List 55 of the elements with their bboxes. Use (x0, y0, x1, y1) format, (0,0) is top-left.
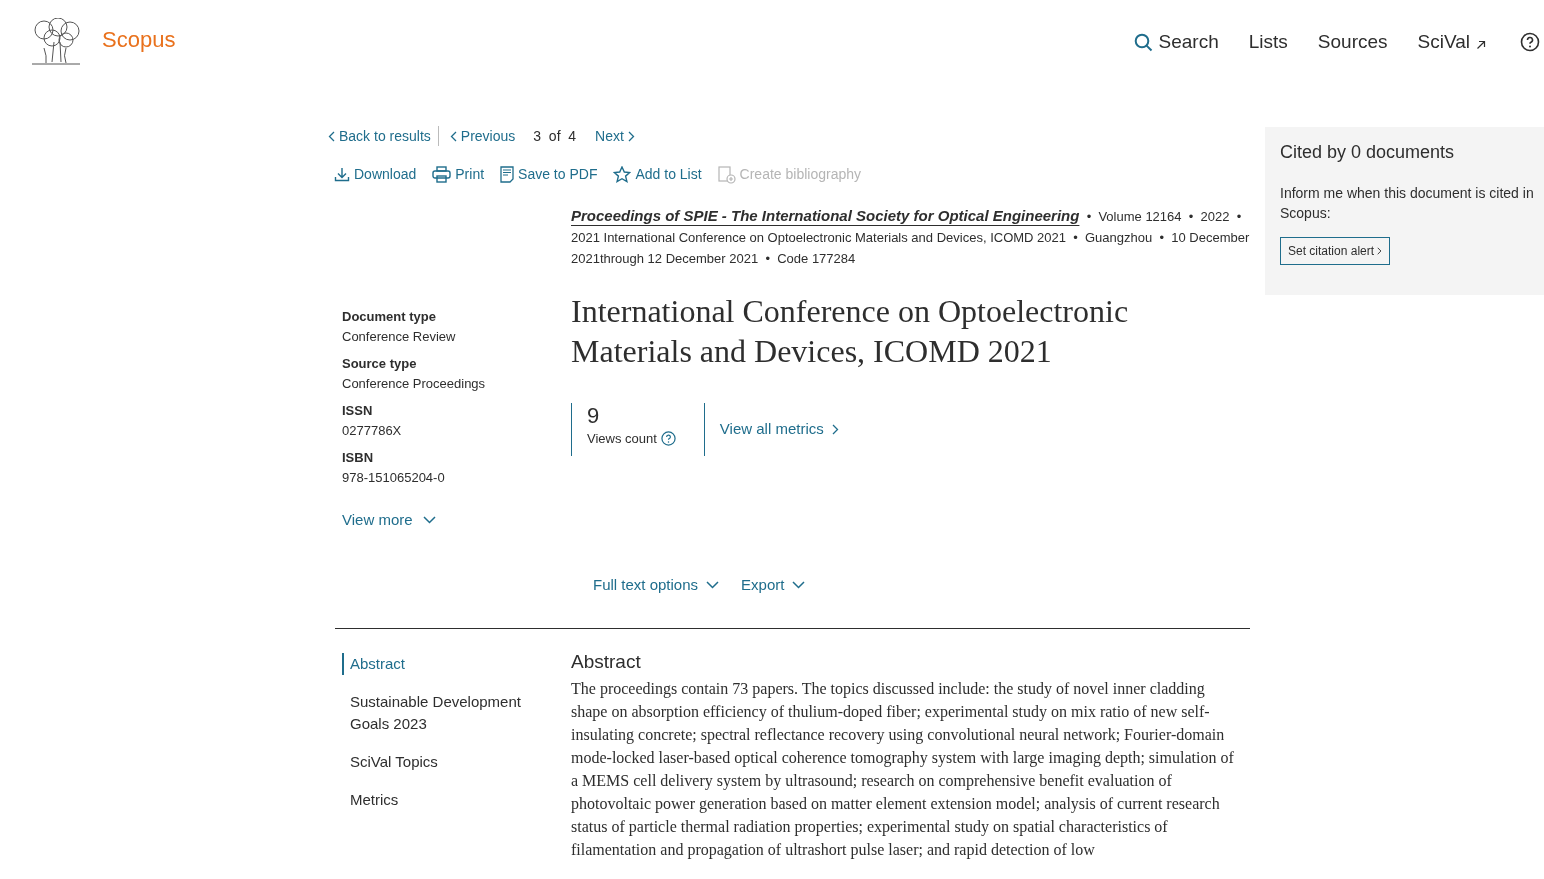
abstract-text: The proceedings contain 73 papers. The topics discussed include: the study of novel inner cladding shape on absorption efficiency of thulium-doped fiber; experimental study on mix ratio of new self-insulating concrete; spectral reflectance recovery using convolutional neural network; Fourier-domain mode-locked laser-based optical coherence tomography system with large imaging depth; simulation of a MEMS cell delivery system by ultrasound; research on comprehensive benefit evaluation of photovoltaic power generation based on matter element extension model; analysis of current research status of particle thermal radiation properties; experimental study on spatial characteristics of filamentation and propagation of ultrashort pulse laser; and rapid detection of low (571, 679, 1235, 861)
chevron-down-icon (422, 516, 436, 525)
print-icon (432, 166, 452, 183)
detail-label: Document type (342, 308, 437, 326)
previous-link[interactable]: Previous (449, 125, 516, 147)
detail-label: ISBN (342, 449, 375, 467)
chevron-right-icon (831, 424, 839, 435)
view-more-link[interactable]: View more (342, 509, 436, 532)
bibliography-icon (717, 165, 736, 184)
abstract-heading: Abstract (571, 651, 642, 673)
chevron-down-icon (792, 580, 806, 589)
export-button[interactable]: Export (741, 573, 806, 596)
section-link[interactable]: Sustainable Development Goals 2023 (342, 691, 532, 735)
star-icon (613, 166, 632, 183)
set-citation-alert-button[interactable]: Set citation alert (1280, 237, 1391, 265)
chevron-down-icon (706, 580, 720, 589)
section-link[interactable]: SciVal Topics (342, 751, 532, 773)
chevron-right-icon (627, 130, 635, 142)
nav-link[interactable]: Sources (1317, 27, 1388, 57)
download-icon (334, 167, 350, 182)
search-icon (1133, 32, 1153, 52)
detail-value: 0277786X (342, 422, 403, 440)
detail-label: Source type (342, 355, 418, 373)
scopus-logo[interactable]: Scopus (102, 22, 176, 56)
cited-by-heading: Cited by 0 documents (1280, 141, 1456, 164)
help-icon[interactable] (1520, 32, 1540, 52)
detail-value: 978-151065204-0 (342, 469, 446, 487)
detail-value: Conference Review (342, 328, 457, 346)
nav-link[interactable]: Search (1133, 27, 1219, 57)
action-button[interactable]: Print (432, 164, 485, 185)
document-title: International Conference on Optoelectronic Materials and Devices, ICOMD 2021 (571, 292, 1130, 371)
external-link-icon (1476, 40, 1486, 50)
next-link[interactable]: Next (595, 125, 635, 147)
section-link[interactable]: Metrics (342, 789, 532, 811)
result-position: 3 of 4 (533, 126, 577, 146)
nav-link[interactable]: Lists (1248, 27, 1288, 57)
detail-label: ISSN (342, 402, 374, 420)
back-to-results-link[interactable]: Back to results (328, 126, 439, 146)
tree-logo-icon (30, 18, 82, 66)
action-button[interactable]: Save to PDF (500, 164, 598, 185)
chevron-left-icon (449, 130, 457, 142)
source-info: Proceedings of SPIE - The International Society for Optical Engineering • Volume 12164 • 2022 • 2021 International Conference on Optoelectronic Materials and Devices, ICOMD 2021 • Guangzhou • 10 December 2021through 12 December 2021 • Code 177284 (571, 206, 1250, 268)
chevron-left-icon (328, 130, 335, 142)
action-button[interactable]: Add to List (613, 164, 702, 185)
views-number: 9 (587, 403, 601, 429)
nav-link[interactable]: SciVal (1417, 27, 1486, 57)
view-all-metrics-link[interactable]: View all metrics (719, 418, 839, 441)
full-text-options-button[interactable]: Full text options (593, 573, 720, 596)
action-button[interactable]: Download (334, 164, 417, 185)
chevron-right-icon (1377, 247, 1383, 255)
section-link[interactable]: Abstract (342, 653, 532, 675)
views-label: Views count (587, 430, 657, 448)
pdf-file-icon (500, 166, 515, 183)
citation-alert-text: Inform me when this document is cited in Scopus: (1280, 184, 1535, 223)
detail-value: Conference Proceedings (342, 375, 487, 393)
